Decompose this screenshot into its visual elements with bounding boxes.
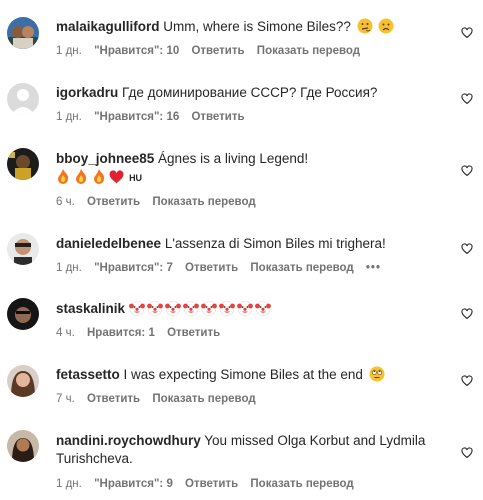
heart-outline-icon[interactable] [461, 447, 473, 459]
comment-text: Ágnes is a living Legend! [158, 151, 309, 166]
more-options-button[interactable]: ••• [366, 262, 381, 274]
clown-face-emoji-icon [146, 300, 163, 316]
reply-button[interactable]: Ответить [191, 111, 244, 123]
clown-face-emoji-icon [218, 300, 235, 316]
comment-username[interactable]: staskalinik [56, 301, 125, 316]
clown-face-emoji-icon [200, 300, 217, 316]
eye-roll-emoji-icon [369, 366, 385, 387]
comment-text: You missed Olga Korbut and Lydmila [204, 433, 426, 448]
comment-likes-count[interactable]: Нравится: 1 [87, 327, 155, 339]
reply-button[interactable]: Ответить [87, 393, 140, 405]
comment-likes-count[interactable]: "Нравится": 16 [94, 111, 179, 123]
heart-outline-icon[interactable] [461, 308, 473, 320]
reply-button[interactable]: Ответить [191, 45, 244, 57]
avatar[interactable] [7, 365, 39, 397]
heart-outline-icon[interactable] [461, 243, 473, 255]
comment-likes-count[interactable]: "Нравится": 9 [94, 478, 173, 490]
clown-face-emoji-icon [236, 300, 253, 316]
comment-time: 1 дн. [56, 111, 82, 123]
avatar[interactable] [7, 17, 39, 49]
comment-time: 1 дн. [56, 262, 82, 274]
comment-username[interactable]: malaikagulliford [56, 19, 160, 34]
fire-emoji-icon [74, 168, 88, 189]
comment-text: I was expecting Simone Biles at the end [123, 367, 363, 382]
comment-time: 6 ч. [56, 196, 75, 208]
show-translation-button[interactable]: Показать перевод [250, 262, 353, 274]
reply-button[interactable]: Ответить [185, 262, 238, 274]
heart-outline-icon[interactable] [461, 165, 473, 177]
show-translation-button[interactable]: Показать перевод [152, 196, 255, 208]
clown-emoji-group [128, 300, 273, 316]
reply-button[interactable]: Ответить [167, 327, 220, 339]
sad-face-emoji-icon [378, 18, 394, 39]
comment-text: Umm, where is Simone Biles?? [163, 19, 351, 34]
heart-outline-icon[interactable] [461, 375, 473, 387]
avatar[interactable] [7, 233, 39, 265]
comment-username[interactable]: fetassetto [56, 367, 120, 382]
comment-username[interactable]: bboy_johnee85 [56, 151, 154, 166]
comment-time: 7 ч. [56, 393, 75, 405]
avatar[interactable] [7, 148, 39, 180]
comment-time: 4 ч. [56, 327, 75, 339]
comment-time: 1 дн. [56, 478, 82, 490]
comment-username[interactable]: danieledelbenee [56, 236, 161, 251]
hungary-flag-label: HU [129, 173, 143, 183]
reply-button[interactable]: Ответить [87, 196, 140, 208]
comment-text: L'assenza di Simon Biles mi trighera! [164, 236, 386, 251]
fire-emoji-icon [56, 168, 70, 189]
reply-button[interactable]: Ответить [185, 478, 238, 490]
clown-face-emoji-icon [182, 300, 199, 316]
show-translation-button[interactable]: Показать перевод [250, 478, 353, 490]
clown-face-emoji-icon [254, 300, 271, 316]
comment-likes-count[interactable]: "Нравится": 7 [94, 262, 173, 274]
heart-outline-icon[interactable] [461, 93, 473, 105]
comment-likes-count[interactable]: "Нравится": 10 [94, 45, 179, 57]
fire-emoji-icon [92, 168, 106, 189]
red-heart-emoji-icon [109, 170, 124, 189]
comment-time: 1 дн. [56, 45, 82, 57]
clown-face-emoji-icon [128, 300, 145, 316]
comment-text-continued: Turishcheva. [56, 451, 133, 466]
comment-username[interactable]: igorkadru [56, 85, 118, 100]
show-translation-button[interactable]: Показать перевод [152, 393, 255, 405]
comment-username[interactable]: nandini.roychowdhury [56, 433, 201, 448]
avatar[interactable] [7, 298, 39, 330]
comment-list: malaikagulliford Umm, where is Simone Bi… [0, 0, 483, 500]
heart-outline-icon[interactable] [461, 27, 473, 39]
avatar[interactable] [7, 430, 39, 462]
clown-face-emoji-icon [164, 300, 181, 316]
avatar[interactable] [7, 83, 39, 115]
comment-text: Где доминирование СССР? Где Россия? [122, 85, 378, 100]
show-translation-button[interactable]: Показать перевод [257, 45, 360, 57]
thinking-face-emoji-icon [357, 18, 373, 39]
